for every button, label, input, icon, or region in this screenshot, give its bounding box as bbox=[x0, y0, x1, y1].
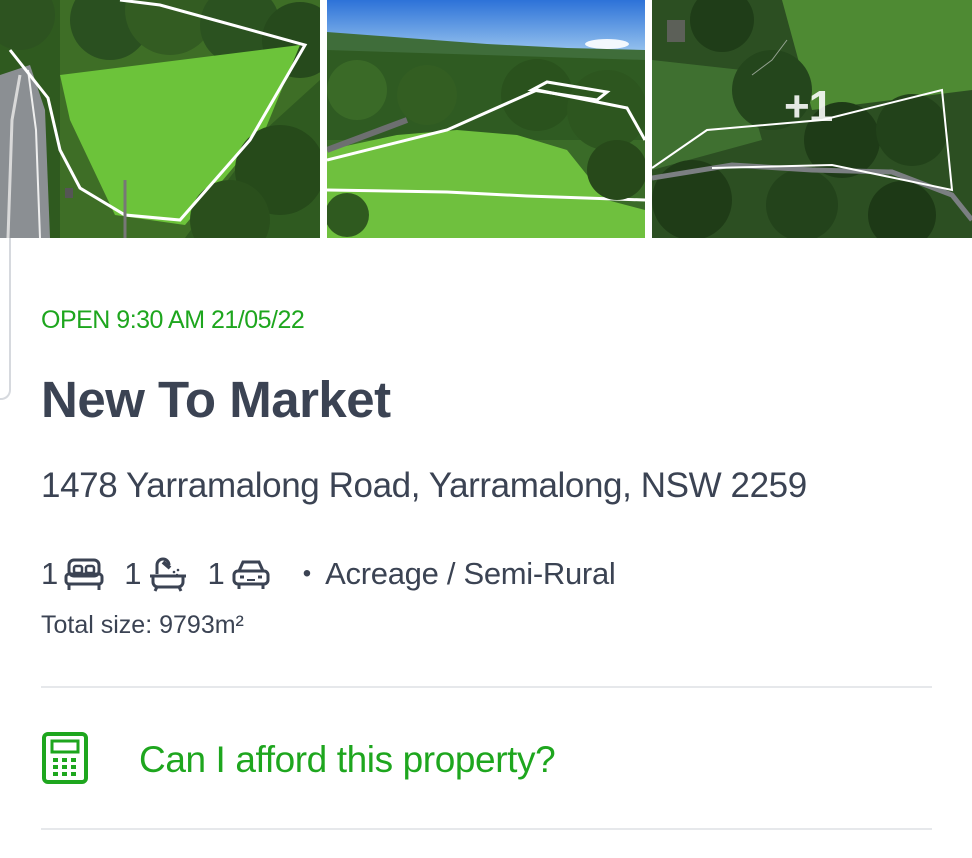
listing-headline: New To Market bbox=[41, 371, 391, 428]
bath-icon bbox=[148, 556, 188, 592]
baths-count: 1 bbox=[124, 556, 142, 591]
property-type: Acreage / Semi-Rural bbox=[325, 556, 616, 591]
gallery-photo-2[interactable] bbox=[327, 0, 645, 238]
inspection-time: OPEN 9:30 AM 21/05/22 bbox=[41, 306, 305, 334]
parking-feature: 1 bbox=[208, 556, 271, 592]
gallery-photo-3[interactable]: +1 bbox=[652, 0, 972, 238]
beds-count: 1 bbox=[41, 556, 59, 591]
section-divider bbox=[41, 686, 932, 688]
property-features: 1 1 1 • Acreage / Semi-Rural bbox=[41, 554, 616, 594]
affordability-label: Can I afford this property? bbox=[139, 739, 556, 780]
affordability-link[interactable]: Can I afford this property? bbox=[41, 731, 556, 790]
section-divider-bottom bbox=[41, 828, 932, 830]
car-icon bbox=[231, 557, 271, 591]
gallery-photo-1[interactable] bbox=[0, 0, 320, 238]
bed-icon bbox=[64, 557, 104, 591]
more-photos-count[interactable]: +1 bbox=[784, 82, 833, 132]
feature-separator: • bbox=[302, 560, 312, 587]
parking-count: 1 bbox=[207, 556, 225, 591]
photo-gallery: +1 bbox=[0, 0, 972, 238]
background-card-edge bbox=[0, 238, 11, 400]
beds-feature: 1 bbox=[41, 556, 104, 592]
property-address: 1478 Yarramalong Road, Yarramalong, NSW … bbox=[41, 466, 807, 505]
calculator-icon bbox=[41, 731, 89, 790]
land-size: Total size: 9793m² bbox=[41, 611, 244, 639]
baths-feature: 1 bbox=[124, 556, 187, 592]
